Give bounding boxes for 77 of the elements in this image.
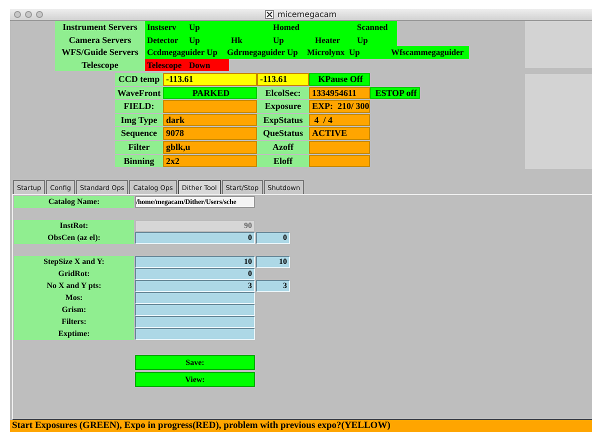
- input-field[interactable]: [135, 328, 255, 340]
- input-field[interactable]: [135, 316, 255, 328]
- server-status-text: Wfscammegaguider: [390, 46, 465, 58]
- field-label: InstRot:: [14, 220, 134, 232]
- server-status-text: Heater: [314, 34, 342, 46]
- status-value: EXP: 210/ 300: [309, 100, 370, 113]
- side-panel: [525, 21, 592, 68]
- server-status-text: Instserv: [146, 21, 178, 34]
- server-status-text: Hk: [230, 34, 244, 46]
- field-label: StepSize X and Y:: [14, 256, 134, 268]
- server-status-text: Detector: [146, 34, 180, 46]
- minimize-button[interactable]: [25, 11, 32, 18]
- status-label: Sequence: [115, 127, 163, 140]
- field-label: Catalog Name:: [14, 196, 134, 208]
- field-label: Grism:: [14, 304, 134, 316]
- server-status-text: Down: [188, 58, 212, 71]
- server-status-text: Up: [188, 34, 201, 46]
- field-label: Exptime:: [14, 328, 134, 340]
- field-label: Mos:: [14, 292, 134, 304]
- status-bar: Start Exposures (GREEN), Expo in progress(RED), problem with previous expo?(YELLOW): [10, 420, 592, 432]
- status-value: 2x2: [163, 154, 257, 168]
- status-label: WaveFront: [115, 86, 163, 100]
- status-label: Img Type: [115, 114, 163, 126]
- status-value: PARKED: [163, 86, 257, 100]
- server-status-text: Homed: [272, 21, 300, 34]
- input-field[interactable]: [135, 304, 255, 316]
- zoom-button[interactable]: [36, 11, 43, 18]
- close-button[interactable]: [14, 11, 21, 18]
- status-value: 9078: [163, 127, 257, 140]
- input-field[interactable]: 10: [256, 256, 290, 268]
- input-field[interactable]: 3: [135, 280, 255, 292]
- field-label: Filters:: [14, 316, 134, 328]
- x11-icon: [265, 10, 274, 19]
- status-label: Binning: [115, 154, 163, 168]
- field-label: GridRot:: [14, 268, 134, 280]
- status-label: Eloff: [257, 154, 309, 168]
- input-field[interactable]: 0: [256, 232, 290, 244]
- server-status-text: Scanned: [356, 21, 389, 34]
- server-status-text: Ccdmegaguider Up: [146, 46, 218, 58]
- server-group-label: Telescope: [55, 58, 145, 71]
- status-label: FIELD:: [115, 100, 163, 113]
- server-status-text: Up: [356, 34, 369, 46]
- server-status-text: Microlynx: [306, 46, 346, 58]
- status-value: ACTIVE: [309, 127, 370, 140]
- status-value: -113.61: [257, 73, 309, 86]
- status-value: 1334954611: [309, 86, 370, 100]
- action-button[interactable]: Save:: [135, 355, 255, 370]
- status-label: CCD temp: [115, 73, 163, 86]
- server-group-label: Instrument Servers: [55, 21, 145, 34]
- status-label: ExpStatus: [257, 114, 309, 126]
- status-value: ESTOP off: [370, 86, 420, 100]
- status-value: -113.61: [163, 73, 257, 86]
- status-label: Azoff: [257, 140, 309, 154]
- server-group-label: Camera Servers: [55, 34, 145, 46]
- field-label: ObsCen (az el):: [14, 232, 134, 244]
- server-status-text: Up: [272, 34, 285, 46]
- window-title: micemegacam: [277, 10, 337, 19]
- server-status-text: Telescope: [146, 58, 183, 71]
- status-value: dark: [163, 114, 257, 126]
- status-value: gblk,u: [163, 140, 257, 154]
- field-label: No X and Y pts:: [14, 280, 134, 292]
- input-field[interactable]: 3: [256, 280, 290, 292]
- input-field[interactable]: 0: [135, 232, 255, 244]
- input-field[interactable]: [135, 292, 255, 304]
- server-status-text: Gdrmegaguider Up: [226, 46, 299, 58]
- input-field[interactable]: 0: [135, 268, 255, 280]
- status-label: Filter: [115, 140, 163, 154]
- action-button[interactable]: View:: [135, 372, 255, 387]
- status-value: KPause Off: [309, 73, 370, 86]
- status-label: ElcolSec:: [257, 86, 309, 100]
- status-label: Exposure: [257, 100, 309, 113]
- input-field[interactable]: 10: [135, 256, 255, 268]
- status-label: QueStatus: [257, 127, 309, 140]
- server-status-text: Up: [348, 46, 361, 58]
- server-group-label: WFS/Guide Servers: [55, 46, 145, 58]
- server-status-text: Up: [188, 21, 201, 34]
- status-value: 4 / 4: [309, 114, 370, 126]
